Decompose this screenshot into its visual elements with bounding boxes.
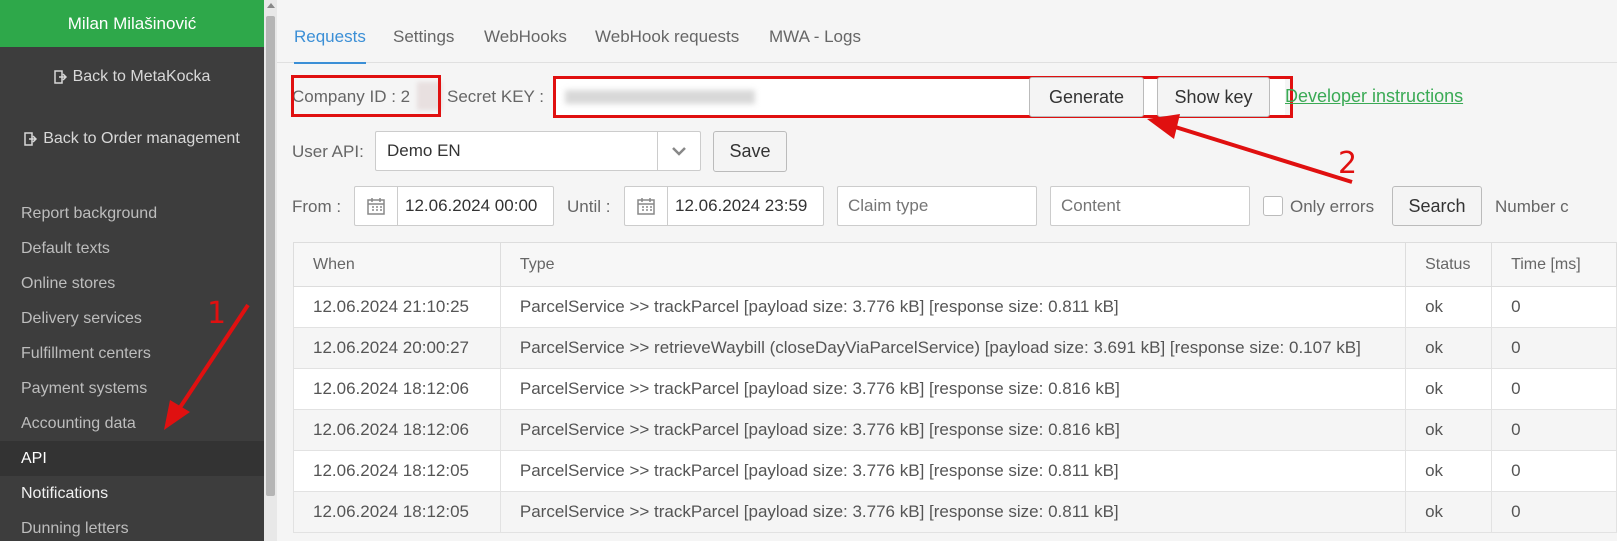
cell-time: 0 — [1491, 327, 1617, 369]
cell-when: 12.06.2024 21:10:25 — [293, 286, 501, 328]
save-button[interactable]: Save — [713, 131, 787, 172]
from-label: From : — [292, 197, 342, 216]
only-errors-checkbox[interactable] — [1263, 196, 1283, 216]
cell-type: ParcelService >> trackParcel [payload si… — [499, 286, 1407, 328]
cell-time: 0 — [1491, 286, 1617, 328]
back-to-metakocka-label: Back to MetaKocka — [72, 68, 211, 85]
cell-when: 12.06.2024 20:00:27 — [293, 327, 501, 369]
cell-type: ParcelService >> trackParcel [payload si… — [499, 368, 1407, 410]
cell-status: ok — [1405, 368, 1493, 410]
requests-table: When Type Status Time [ms] 12.06.2024 21… — [293, 242, 1617, 533]
back-to-order-management-label: Back to Order management — [43, 130, 240, 147]
user-api-label: User API: — [292, 142, 364, 161]
column-header-time[interactable]: Time [ms] — [1491, 242, 1617, 287]
scrollbar-thumb[interactable] — [266, 16, 275, 496]
until-date-value: 12.06.2024 23:59 — [675, 196, 808, 215]
search-button[interactable]: Search — [1392, 186, 1482, 226]
until-label: Until : — [567, 197, 611, 216]
tab-webhooks[interactable]: WebHooks — [484, 27, 567, 62]
content-input[interactable] — [1050, 186, 1250, 226]
cell-status: ok — [1405, 409, 1493, 451]
cell-time: 0 — [1491, 368, 1617, 410]
sidebar-item-default-texts[interactable]: Default texts — [0, 231, 264, 266]
secret-key-redacted-value — [565, 90, 755, 104]
back-to-order-management-link[interactable]: Back to Order management — [0, 130, 264, 148]
back-to-metakocka-link[interactable]: Back to MetaKocka — [0, 68, 264, 86]
only-errors-label: Only errors — [1290, 197, 1375, 216]
tab-settings[interactable]: Settings — [393, 27, 454, 62]
number-label: Number c — [1495, 197, 1569, 216]
table-row[interactable]: 12.06.2024 18:12:05 ParcelService >> tra… — [293, 450, 1617, 492]
cell-when: 12.06.2024 18:12:05 — [293, 450, 501, 492]
show-key-button[interactable]: Show key — [1157, 77, 1270, 117]
cell-status: ok — [1405, 327, 1493, 369]
until-date-field[interactable]: 12.06.2024 23:59 — [624, 186, 824, 226]
cell-type: ParcelService >> trackParcel [payload si… — [499, 450, 1407, 492]
tab-mwa-logs[interactable]: MWA - Logs — [769, 27, 861, 62]
table-row[interactable]: 12.06.2024 21:10:25 ParcelService >> tra… — [293, 286, 1617, 328]
sidebar-item-dunning-letters[interactable]: Dunning letters — [0, 511, 264, 541]
cell-time: 0 — [1491, 409, 1617, 451]
cell-type: ParcelService >> retrieveWaybill (closeD… — [499, 327, 1407, 369]
cell-time: 0 — [1491, 450, 1617, 492]
tab-bar: Requests Settings WebHooks WebHook reque… — [277, 18, 1617, 64]
main-content: Requests Settings WebHooks WebHook reque… — [277, 0, 1617, 541]
sidebar: Milan Milašinović Back to MetaKocka Back… — [0, 0, 264, 541]
tab-requests[interactable]: Requests — [294, 27, 366, 64]
company-id-redaction — [417, 82, 442, 110]
cell-when: 12.06.2024 18:12:06 — [293, 368, 501, 410]
cell-status: ok — [1405, 450, 1493, 492]
user-api-selected-value: Demo EN — [387, 141, 461, 160]
generate-button[interactable]: Generate — [1029, 77, 1144, 117]
table-row[interactable]: 12.06.2024 18:12:06 ParcelService >> tra… — [293, 409, 1617, 451]
developer-instructions-link[interactable]: Developer instructions — [1285, 86, 1463, 107]
company-id-label: Company ID : 2 — [292, 87, 411, 106]
cell-when: 12.06.2024 18:12:06 — [293, 409, 501, 451]
column-header-status[interactable]: Status — [1405, 242, 1493, 287]
annotation-arrow-2 — [1147, 114, 1353, 184]
sidebar-item-api[interactable]: API — [0, 441, 264, 476]
table-row[interactable]: 12.06.2024 18:12:06 ParcelService >> tra… — [293, 368, 1617, 410]
calendar-icon[interactable] — [625, 187, 668, 225]
table-row[interactable]: 12.06.2024 18:12:05 ParcelService >> tra… — [293, 491, 1617, 533]
cell-type: ParcelService >> trackParcel [payload si… — [499, 491, 1407, 533]
secret-key-label: Secret KEY : — [447, 87, 545, 106]
column-header-when[interactable]: When — [293, 242, 501, 287]
scroll-up-icon[interactable] — [267, 3, 275, 8]
annotation-arrow-1 — [164, 303, 250, 430]
sidebar-item-notifications[interactable]: Notifications — [0, 476, 264, 511]
user-name[interactable]: Milan Milašinović — [0, 0, 264, 47]
from-date-field[interactable]: 12.06.2024 00:00 — [354, 186, 554, 226]
sidebar-item-report-background[interactable]: Report background — [0, 196, 264, 231]
chevron-down-icon[interactable] — [657, 132, 700, 170]
sign-out-icon — [24, 132, 38, 146]
table-row[interactable]: 12.06.2024 20:00:27 ParcelService >> ret… — [293, 327, 1617, 369]
tab-webhook-requests[interactable]: WebHook requests — [595, 27, 739, 62]
from-date-value: 12.06.2024 00:00 — [405, 196, 538, 215]
cell-type: ParcelService >> trackParcel [payload si… — [499, 409, 1407, 451]
cell-time: 0 — [1491, 491, 1617, 533]
column-header-type[interactable]: Type — [499, 242, 1407, 287]
calendar-icon[interactable] — [355, 187, 398, 225]
cell-when: 12.06.2024 18:12:05 — [293, 491, 501, 533]
sign-out-icon — [53, 70, 67, 84]
cell-status: ok — [1405, 286, 1493, 328]
user-api-select[interactable]: Demo EN — [375, 131, 701, 171]
sidebar-scrollbar[interactable] — [264, 0, 277, 541]
table-header-row: When Type Status Time [ms] — [293, 242, 1617, 287]
claim-type-input[interactable] — [837, 186, 1037, 226]
cell-status: ok — [1405, 491, 1493, 533]
